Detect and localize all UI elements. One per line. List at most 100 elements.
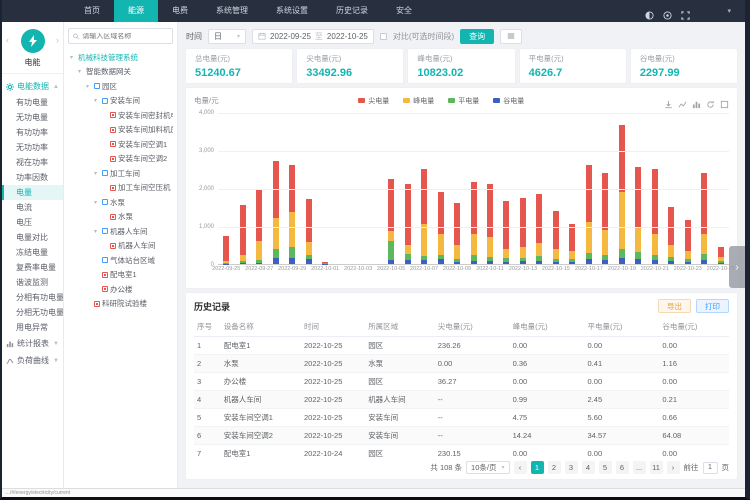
tree-node[interactable]: 办公楼 [68,282,173,297]
table-row[interactable]: 2水泵2022-10-25水泵0.000.360.411.16 [194,355,729,373]
date-range-picker[interactable]: 2022-09-25 至 2022-10-25 [252,29,374,44]
nav-tab-电费[interactable]: 电费 [158,0,202,22]
module-next-icon[interactable]: › [56,35,59,45]
legend-item-平电量[interactable]: 平电量 [448,96,479,106]
menu-item-电量[interactable]: 电量 [2,185,63,200]
query-button[interactable]: 查询 [460,29,494,44]
nav-tab-系统管理[interactable]: 系统管理 [202,0,262,22]
nav-tab-首页[interactable]: 首页 [70,0,114,22]
tree-node[interactable]: 加工车间空压机 [68,181,173,196]
fullscreen-icon[interactable] [681,7,690,16]
menu-item-视在功率[interactable]: 视在功率 [2,155,63,170]
tree-node[interactable]: 安装车间空调1 [68,137,173,152]
caret-down-icon[interactable]: ▾ [78,68,84,75]
table-row[interactable]: 5安装车间空调12022-10-25安装车间--4.755.600.66 [194,409,729,427]
caret-down-icon[interactable]: ▾ [86,83,92,90]
help-icon[interactable] [663,7,672,16]
caret-down-icon[interactable]: ▾ [94,170,100,177]
page-button-5[interactable]: 5 [599,461,612,474]
menu-section-data[interactable]: 电能数据 ▲ [2,78,63,95]
table-row[interactable]: 3办公楼2022-10-25园区36.270.000.000.00 [194,373,729,391]
page-button-4[interactable]: 4 [582,461,595,474]
tree-node[interactable]: 安装车间空调2 [68,152,173,167]
page-button-11[interactable]: 11 [650,461,663,474]
prev-page-button[interactable]: ‹ [514,461,527,474]
tree-node[interactable]: ▾机器人车间 [68,224,173,239]
expand-icon[interactable]: ▼ [53,341,59,347]
table-cell: 安装车间空调2 [221,427,301,445]
tree-node[interactable]: 配电室1 [68,268,173,283]
collapse-panel-button[interactable]: › [729,246,745,288]
nav-tab-历史记录[interactable]: 历史记录 [322,0,382,22]
export-button[interactable]: 导出 [658,299,691,313]
tree-node[interactable]: 科研院试验楼 [68,297,173,312]
menu-section-load[interactable]: 负荷曲线 ▼ [2,352,63,369]
period-select[interactable]: 日 ▾ [208,29,246,44]
menu-item-用电异常[interactable]: 用电异常 [2,320,63,335]
menu-item-分相无功电量[interactable]: 分相无功电量 [2,305,63,320]
table-row[interactable]: 6安装车间空调22022-10-25安装车间--14.2434.5764.08 [194,427,729,445]
page-button-1[interactable]: 1 [531,461,544,474]
tree-search-input[interactable] [82,33,168,40]
menu-item-有功功率[interactable]: 有功功率 [2,125,63,140]
caret-down-icon[interactable]: ▾ [94,97,100,104]
tree-node[interactable]: ▾加工车间 [68,166,173,181]
legend-item-尖电量[interactable]: 尖电量 [358,96,389,106]
menu-section-report[interactable]: 统计报表 ▼ [2,335,63,352]
goto-page-input[interactable] [703,462,718,474]
tree-node[interactable]: ▾安装车间 [68,94,173,109]
table-row[interactable]: 7配电室12022-10-24园区230.150.000.000.00 [194,445,729,459]
menu-item-谐波监测[interactable]: 谐波监测 [2,275,63,290]
legend-item-峰电量[interactable]: 峰电量 [403,96,434,106]
page-button-6[interactable]: 6 [616,461,629,474]
menu-item-分相有功电量[interactable]: 分相有功电量 [2,290,63,305]
nav-tab-能源[interactable]: 能源 [114,0,158,22]
line-chart-icon[interactable] [678,96,687,105]
caret-down-icon[interactable]: ▾ [94,228,100,235]
navbar-caret-icon[interactable]: ▾ [727,7,731,15]
caret-down-icon[interactable]: ▾ [94,199,100,206]
compare-checkbox[interactable] [380,33,387,40]
expand-icon[interactable]: ▼ [53,358,59,364]
print-button[interactable]: 打印 [696,299,729,313]
menu-item-电流[interactable]: 电流 [2,200,63,215]
tree-node[interactable]: ▾园区 [68,79,173,94]
bar-chart-icon[interactable] [692,96,701,105]
legend-item-谷电量[interactable]: 谷电量 [493,96,524,106]
tree-node[interactable]: 机器人车间 [68,239,173,254]
tree-node[interactable]: 气体站台区域 [68,253,173,268]
menu-item-功率因数[interactable]: 功率因数 [2,170,63,185]
menu-item-无功电量[interactable]: 无功电量 [2,110,63,125]
table-row[interactable]: 4机器人车间2022-10-25机器人车间--0.992.450.21 [194,391,729,409]
energy-module-icon[interactable] [21,29,45,53]
tree-node[interactable]: ▾智能数据网关 [68,65,173,80]
download-icon[interactable] [664,96,673,105]
page-button-2[interactable]: 2 [548,461,561,474]
theme-icon[interactable] [645,7,654,16]
menu-item-电量对比[interactable]: 电量对比 [2,230,63,245]
table-row[interactable]: 1配电室12022-10-25园区236.260.000.000.00 [194,337,729,355]
tree-node[interactable]: 安装车间加料机房 [68,123,173,138]
collapse-icon[interactable]: ▲ [53,84,59,90]
save-image-icon[interactable] [720,96,729,105]
gridline [218,113,729,114]
menu-item-有功电量[interactable]: 有功电量 [2,95,63,110]
menu-item-电压[interactable]: 电压 [2,215,63,230]
view-toggle-button[interactable] [500,29,522,44]
tree-node[interactable]: ▾水泵 [68,195,173,210]
table-cell: 0.00 [510,337,585,355]
page-button-3[interactable]: 3 [565,461,578,474]
nav-tab-系统设置[interactable]: 系统设置 [262,0,322,22]
next-page-button[interactable]: › [667,461,680,474]
tree-node[interactable]: ▾机械科技管理系统 [68,50,173,65]
menu-item-无功功率[interactable]: 无功功率 [2,140,63,155]
caret-down-icon[interactable]: ▾ [70,54,76,61]
nav-tab-安全[interactable]: 安全 [382,0,426,22]
menu-item-复费率电量[interactable]: 复费率电量 [2,260,63,275]
module-prev-icon[interactable]: ‹ [6,35,9,45]
restore-icon[interactable] [706,96,715,105]
tree-node[interactable]: 安装车间密封机电表 [68,108,173,123]
tree-node[interactable]: 水泵 [68,210,173,225]
page-size-select[interactable]: 10条/页 ▾ [466,461,509,474]
menu-item-冻结电量[interactable]: 冻结电量 [2,245,63,260]
